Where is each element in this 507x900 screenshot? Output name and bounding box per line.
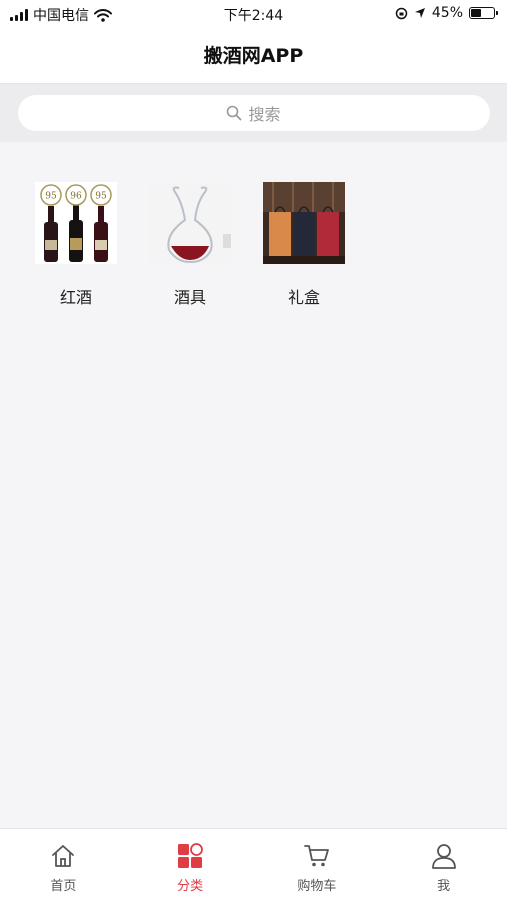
category-icon xyxy=(178,843,204,868)
page-title: 搬酒网APP xyxy=(203,45,304,67)
user-icon xyxy=(431,844,456,869)
wine-badge-2: 96 xyxy=(70,192,82,202)
search-icon xyxy=(227,105,242,121)
category-item-red-wine[interactable]: 95 96 95 红酒 xyxy=(19,182,133,308)
wine-badge-3: 95 xyxy=(95,192,107,202)
battery-icon xyxy=(469,7,498,19)
tab-cart[interactable]: 购物车 xyxy=(254,829,381,900)
category-grid: 95 96 95 红酒 酒具 礼盒 xyxy=(0,142,507,308)
tab-label: 我 xyxy=(437,879,451,894)
search-area: 搜索 xyxy=(0,84,507,142)
battery-fill xyxy=(471,9,481,17)
home-icon xyxy=(52,845,75,867)
search-input[interactable]: 搜索 xyxy=(17,95,490,131)
red-wine-bottles-image: 95 96 95 xyxy=(35,182,117,264)
orientation-lock-icon xyxy=(395,7,408,19)
category-item-wine-tools[interactable]: 酒具 xyxy=(133,182,247,308)
cart-icon xyxy=(303,845,329,867)
tab-me[interactable]: 我 xyxy=(380,829,507,900)
decanter-image xyxy=(149,182,231,264)
category-label: 酒具 xyxy=(173,288,206,307)
tab-label: 分类 xyxy=(177,879,204,894)
location-icon xyxy=(414,8,425,18)
tab-label: 购物车 xyxy=(297,879,337,894)
tab-home[interactable]: 首页 xyxy=(0,829,127,900)
wine-badge-1: 95 xyxy=(45,192,57,202)
status-bar: 中国电信 下午2:44 45% xyxy=(0,0,507,26)
tab-category[interactable]: 分类 xyxy=(127,829,254,900)
category-item-gift-box[interactable]: 礼盒 xyxy=(247,182,361,308)
category-label: 红酒 xyxy=(59,288,92,307)
category-label: 礼盒 xyxy=(287,288,320,307)
battery-percent: 45% xyxy=(431,5,463,21)
search-placeholder: 搜索 xyxy=(248,105,281,124)
nav-bar: 搬酒网APP xyxy=(0,26,507,84)
gift-box-image xyxy=(263,182,345,264)
status-right: 45% xyxy=(395,5,498,21)
tab-label: 首页 xyxy=(50,879,77,894)
tab-bar: 首页 分类 购物车 我 xyxy=(0,828,507,900)
